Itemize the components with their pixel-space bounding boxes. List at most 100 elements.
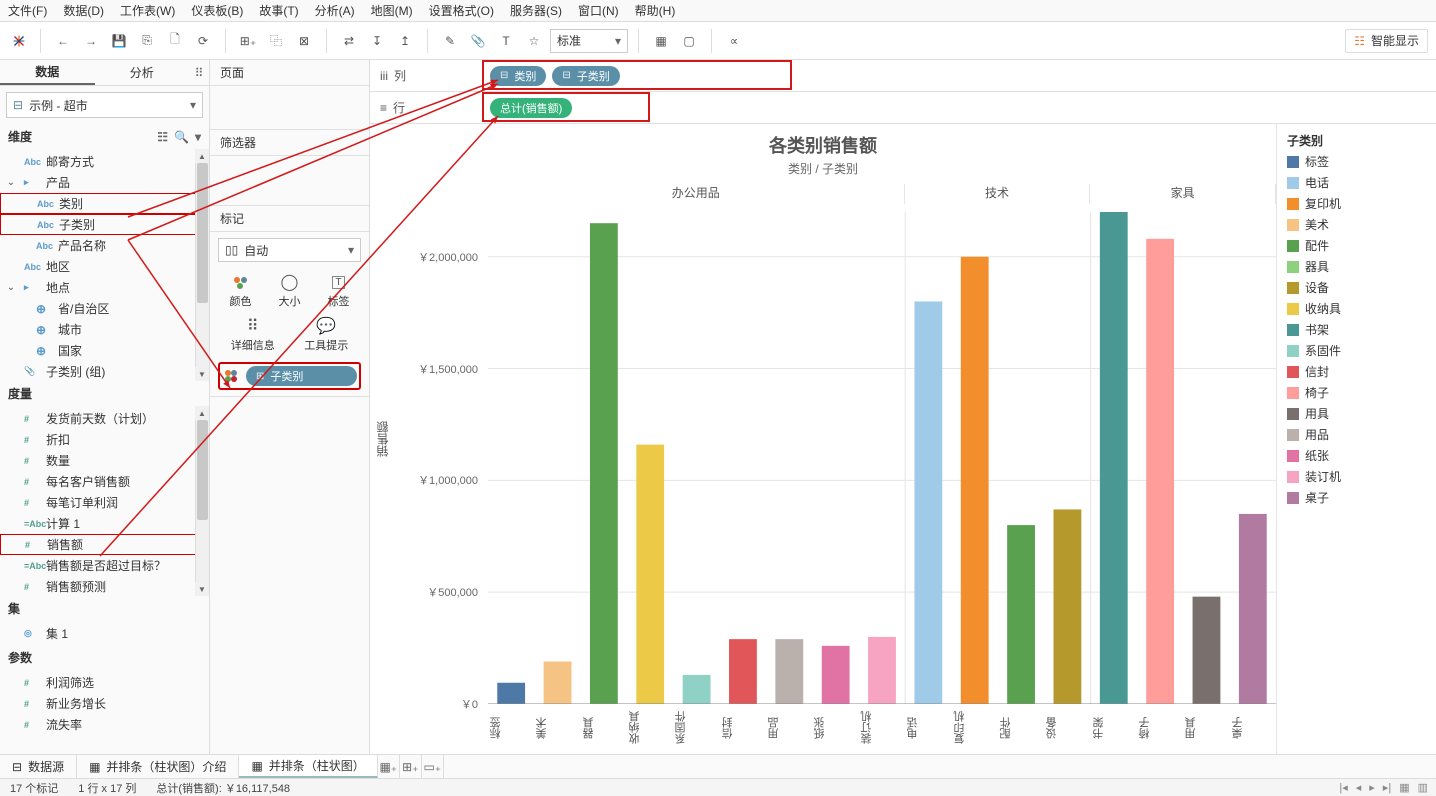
bar[interactable]	[1054, 509, 1082, 704]
field-数量[interactable]: #数量	[0, 450, 209, 471]
pin-button[interactable]: ☆	[522, 29, 546, 53]
analytics-tab[interactable]: 分析	[95, 60, 190, 85]
legend-item[interactable]: 装订机	[1283, 466, 1430, 487]
bar[interactable]	[822, 646, 850, 704]
slideshow-button[interactable]: ▢	[677, 29, 701, 53]
sheet-tab[interactable]: ▦并排条（柱状图）	[239, 755, 377, 778]
present-button[interactable]: ▦	[649, 29, 673, 53]
prev-icon[interactable]: ◂	[1356, 781, 1362, 794]
pages-card[interactable]: 页面	[210, 60, 369, 86]
legend-item[interactable]: 书架	[1283, 319, 1430, 340]
view-icon[interactable]: ☷	[157, 130, 168, 144]
legend-item[interactable]: 收纳具	[1283, 298, 1430, 319]
menu-item[interactable]: 帮助(H)	[635, 2, 676, 19]
new-sheet-icon[interactable]: ▦₊	[378, 755, 400, 778]
mark-大小[interactable]: ◯大小	[267, 268, 312, 312]
bar[interactable]	[1239, 514, 1267, 704]
new-worksheet-button[interactable]: 🗋	[163, 29, 187, 53]
menu-item[interactable]: 窗口(N)	[578, 2, 619, 19]
mark-颜色[interactable]: 颜色	[218, 268, 263, 312]
swap-button[interactable]: ⇄	[337, 29, 361, 53]
next-icon[interactable]: ▸	[1369, 781, 1375, 794]
bar[interactable]	[1146, 239, 1174, 704]
list-icon[interactable]: ▥	[1418, 781, 1428, 794]
show-me-button[interactable]: ☷ 智能显示	[1345, 29, 1428, 53]
color-pill[interactable]: ⊞子类别	[246, 366, 357, 386]
menu-item[interactable]: 仪表板(B)	[191, 2, 243, 19]
menu-item[interactable]: 数据(D)	[63, 2, 104, 19]
field-折扣[interactable]: #折扣	[0, 429, 209, 450]
menu-icon[interactable]: ▾	[195, 130, 201, 144]
field-每名客户销售额[interactable]: #每名客户销售额	[0, 471, 209, 492]
chart-canvas[interactable]: 各类别销售额 类别 / 子类别 销售额 办公用品技术家具标签美术器具收纳具系固件…	[370, 124, 1276, 754]
share-button[interactable]: ∝	[722, 29, 746, 53]
grid-icon[interactable]: ▦	[1399, 781, 1409, 794]
bar[interactable]	[775, 639, 803, 704]
bar[interactable]	[683, 675, 711, 704]
field-发货前天数（计划）[interactable]: #发货前天数（计划）	[0, 408, 209, 429]
legend-item[interactable]: 电话	[1283, 172, 1430, 193]
menu-item[interactable]: 故事(T)	[259, 2, 298, 19]
new-dashboard-icon[interactable]: ⊞₊	[400, 755, 422, 778]
field-邮寄方式[interactable]: Abc邮寄方式	[0, 151, 209, 172]
search-icon[interactable]: 🔍	[174, 130, 189, 144]
menu-item[interactable]: 地图(M)	[371, 2, 413, 19]
field-销售额预测[interactable]: #销售额预测	[0, 576, 209, 596]
menu-item[interactable]: 服务器(S)	[510, 2, 562, 19]
field-子类别[interactable]: Abc子类别	[0, 214, 209, 235]
field-集 1[interactable]: ◎集 1	[0, 623, 209, 644]
column-pill[interactable]: ⊟子类别	[552, 66, 619, 86]
column-pill[interactable]: ⊟类别	[490, 66, 546, 86]
datasource-select[interactable]: ⊟ 示例 - 超市	[6, 92, 203, 118]
bar[interactable]	[868, 637, 896, 704]
fit-select[interactable]: 标准	[550, 29, 628, 53]
legend-item[interactable]: 用具	[1283, 403, 1430, 424]
field-销售额[interactable]: #销售额	[0, 534, 209, 555]
legend-item[interactable]: 系固件	[1283, 340, 1430, 361]
legend-item[interactable]: 用品	[1283, 424, 1430, 445]
new-data-button[interactable]: ⎘	[135, 29, 159, 53]
legend-item[interactable]: 设备	[1283, 277, 1430, 298]
bar[interactable]	[729, 639, 757, 704]
bar[interactable]	[1007, 525, 1035, 704]
tab-menu-icon[interactable]: ⠿	[189, 60, 209, 85]
text-button[interactable]: T	[494, 29, 518, 53]
field-产品[interactable]: ⌄▸产品	[0, 172, 209, 193]
highlight-button[interactable]: ✎	[438, 29, 462, 53]
add-chart-button[interactable]: ⊞₊	[236, 29, 260, 53]
legend-item[interactable]: 纸张	[1283, 445, 1430, 466]
legend-item[interactable]: 椅子	[1283, 382, 1430, 403]
legend-item[interactable]: 复印机	[1283, 193, 1430, 214]
duplicate-button[interactable]: ⿻	[264, 29, 288, 53]
last-icon[interactable]: ▸|	[1383, 781, 1391, 794]
field-地点[interactable]: ⌄▸地点	[0, 277, 209, 298]
menu-item[interactable]: 分析(A)	[315, 2, 355, 19]
filters-card[interactable]: 筛选器	[210, 130, 369, 156]
field-城市[interactable]: ⊕城市	[0, 319, 209, 340]
row-pill[interactable]: 总计(销售额)	[490, 98, 572, 118]
mark-标签[interactable]: T标签	[316, 268, 361, 312]
save-button[interactable]: 💾	[107, 29, 131, 53]
bar[interactable]	[636, 445, 664, 704]
field-地区[interactable]: Abc地区	[0, 256, 209, 277]
field-每笔订单利润[interactable]: #每笔订单利润	[0, 492, 209, 513]
legend-item[interactable]: 配件	[1283, 235, 1430, 256]
field-子类别 (组)[interactable]: 📎子类别 (组)	[0, 361, 209, 381]
sheet-tab[interactable]: ⊟数据源	[0, 755, 77, 778]
mark-type-select[interactable]: ▯▯ 自动	[218, 238, 361, 262]
field-流失率[interactable]: #流失率	[0, 714, 209, 735]
menu-item[interactable]: 工作表(W)	[120, 2, 175, 19]
first-icon[interactable]: |◂	[1339, 781, 1347, 794]
rows-shelf[interactable]: ≡行 总计(销售额)	[370, 92, 1436, 124]
legend-item[interactable]: 信封	[1283, 361, 1430, 382]
mark-工具提示[interactable]: 💬工具提示	[292, 312, 362, 356]
sort-desc-button[interactable]: ↥	[393, 29, 417, 53]
forward-button[interactable]: →	[79, 29, 103, 53]
menu-item[interactable]: 文件(F)	[8, 2, 47, 19]
new-story-icon[interactable]: ▭₊	[422, 755, 444, 778]
columns-shelf[interactable]: iii列 ⊟类别⊟子类别	[370, 60, 1436, 92]
bar[interactable]	[590, 223, 618, 704]
back-button[interactable]: ←	[51, 29, 75, 53]
legend-item[interactable]: 美术	[1283, 214, 1430, 235]
field-销售额是否超过目标？[interactable]: =Abc销售额是否超过目标？	[0, 555, 209, 576]
